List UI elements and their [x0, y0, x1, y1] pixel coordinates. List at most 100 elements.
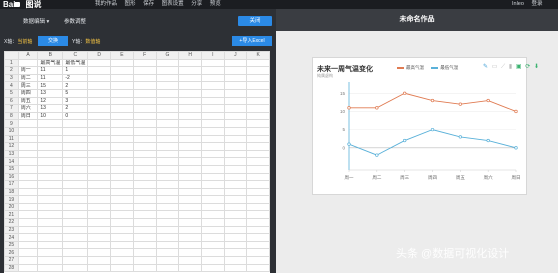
table-cell[interactable]: [110, 210, 134, 220]
table-cell[interactable]: [110, 225, 134, 235]
column-header[interactable]: E: [110, 51, 134, 60]
table-cell[interactable]: [110, 111, 134, 121]
row-header[interactable]: 5: [4, 88, 19, 98]
table-cell[interactable]: [37, 187, 64, 197]
table-cell[interactable]: [110, 149, 134, 159]
table-cell[interactable]: [17, 119, 39, 128]
table-cell[interactable]: [155, 119, 180, 128]
table-cell[interactable]: [201, 73, 225, 83]
table-cell[interactable]: [155, 256, 180, 265]
row-header[interactable]: 12: [4, 142, 19, 151]
table-cell[interactable]: [17, 218, 39, 227]
table-cell[interactable]: [110, 180, 134, 189]
table-cell[interactable]: [132, 172, 157, 182]
table-cell[interactable]: [201, 263, 225, 273]
table-cell[interactable]: [110, 96, 134, 106]
table-cell[interactable]: [201, 88, 225, 98]
table-cell[interactable]: [132, 248, 157, 258]
table-cell[interactable]: [201, 210, 225, 220]
table-cell[interactable]: [201, 233, 225, 242]
table-cell[interactable]: [201, 157, 225, 166]
table-cell[interactable]: [132, 187, 157, 197]
table-cell[interactable]: [223, 96, 248, 106]
table-cell[interactable]: [246, 104, 270, 113]
swap-axes-button[interactable]: 交换: [38, 36, 68, 46]
table-cell[interactable]: 1: [62, 66, 89, 75]
table-cell[interactable]: [155, 164, 180, 174]
table-cell[interactable]: [201, 164, 225, 174]
table-cell[interactable]: [62, 210, 89, 220]
table-cell[interactable]: [246, 134, 270, 144]
table-cell[interactable]: [178, 172, 202, 182]
table-cell[interactable]: [246, 88, 270, 98]
table-cell[interactable]: [110, 172, 134, 182]
table-cell[interactable]: 周三: [17, 81, 39, 90]
table-cell[interactable]: [132, 195, 157, 204]
nav-my-works[interactable]: 我的作品: [95, 1, 117, 7]
table-cell[interactable]: [132, 233, 157, 242]
table-cell[interactable]: [155, 263, 180, 273]
table-cell[interactable]: [155, 172, 180, 182]
table-cell[interactable]: [155, 240, 180, 250]
table-cell[interactable]: 10: [37, 111, 64, 121]
table-cell[interactable]: [132, 157, 157, 166]
table-cell[interactable]: [178, 134, 202, 144]
table-cell[interactable]: [246, 225, 270, 235]
row-header[interactable]: 9: [4, 119, 19, 128]
row-header[interactable]: 6: [4, 96, 19, 106]
table-cell[interactable]: 0: [62, 111, 89, 121]
row-header[interactable]: 7: [4, 104, 19, 113]
table-cell[interactable]: [201, 142, 225, 151]
table-cell[interactable]: [178, 256, 202, 265]
table-cell[interactable]: [223, 172, 248, 182]
table-cell[interactable]: -2: [62, 73, 89, 83]
column-header[interactable]: K: [246, 51, 270, 60]
table-cell[interactable]: [201, 119, 225, 128]
table-cell[interactable]: [178, 73, 202, 83]
table-cell[interactable]: [178, 58, 202, 68]
table-cell[interactable]: [17, 172, 39, 182]
table-cell[interactable]: [62, 142, 89, 151]
table-cell[interactable]: 11: [37, 66, 64, 75]
chart-card[interactable]: 未来一周气温变化 纯属虚构 最高气温 最低气温 ✎ ▭ ⟋ ▮ ▣ ⟳ ⬇ 15…: [312, 57, 539, 195]
table-cell[interactable]: [87, 187, 112, 197]
table-cell[interactable]: [110, 104, 134, 113]
table-cell[interactable]: [132, 96, 157, 106]
table-cell[interactable]: 15: [37, 81, 64, 90]
table-cell[interactable]: [132, 256, 157, 265]
row-header[interactable]: 14: [4, 157, 19, 166]
table-cell[interactable]: [246, 263, 270, 273]
row-header[interactable]: 15: [4, 164, 19, 174]
table-cell[interactable]: [17, 256, 39, 265]
row-header[interactable]: 26: [4, 248, 19, 258]
table-cell[interactable]: [62, 187, 89, 197]
param-adjust-menu[interactable]: 参数调整: [64, 17, 86, 25]
table-cell[interactable]: [132, 134, 157, 144]
table-cell[interactable]: [110, 142, 134, 151]
table-cell[interactable]: [132, 73, 157, 83]
table-cell[interactable]: [132, 126, 157, 136]
table-cell[interactable]: [37, 240, 64, 250]
column-header[interactable]: B: [37, 51, 64, 60]
table-cell[interactable]: [223, 225, 248, 235]
table-cell[interactable]: 最高气温: [37, 58, 64, 68]
table-cell[interactable]: [37, 225, 64, 235]
row-header[interactable]: 3: [4, 73, 19, 83]
table-cell[interactable]: [201, 218, 225, 227]
table-cell[interactable]: 周二: [17, 73, 39, 83]
table-cell[interactable]: [155, 73, 180, 83]
table-cell[interactable]: [178, 126, 202, 136]
table-cell[interactable]: [17, 157, 39, 166]
table-cell[interactable]: [110, 88, 134, 98]
table-cell[interactable]: [201, 202, 225, 212]
table-cell[interactable]: [17, 142, 39, 151]
row-header[interactable]: 28: [4, 263, 19, 273]
spreadsheet-grid[interactable]: A B C D E F G H I J K 1 最高气温 最低气温 2 周一 11 1 3 周二 11 -2 4 周三 15 2 5…: [4, 51, 270, 273]
table-cell[interactable]: [87, 58, 112, 68]
table-cell[interactable]: [132, 180, 157, 189]
table-cell[interactable]: [246, 172, 270, 182]
table-cell[interactable]: [178, 164, 202, 174]
table-cell[interactable]: [132, 111, 157, 121]
table-cell[interactable]: [246, 202, 270, 212]
table-cell[interactable]: [223, 73, 248, 83]
